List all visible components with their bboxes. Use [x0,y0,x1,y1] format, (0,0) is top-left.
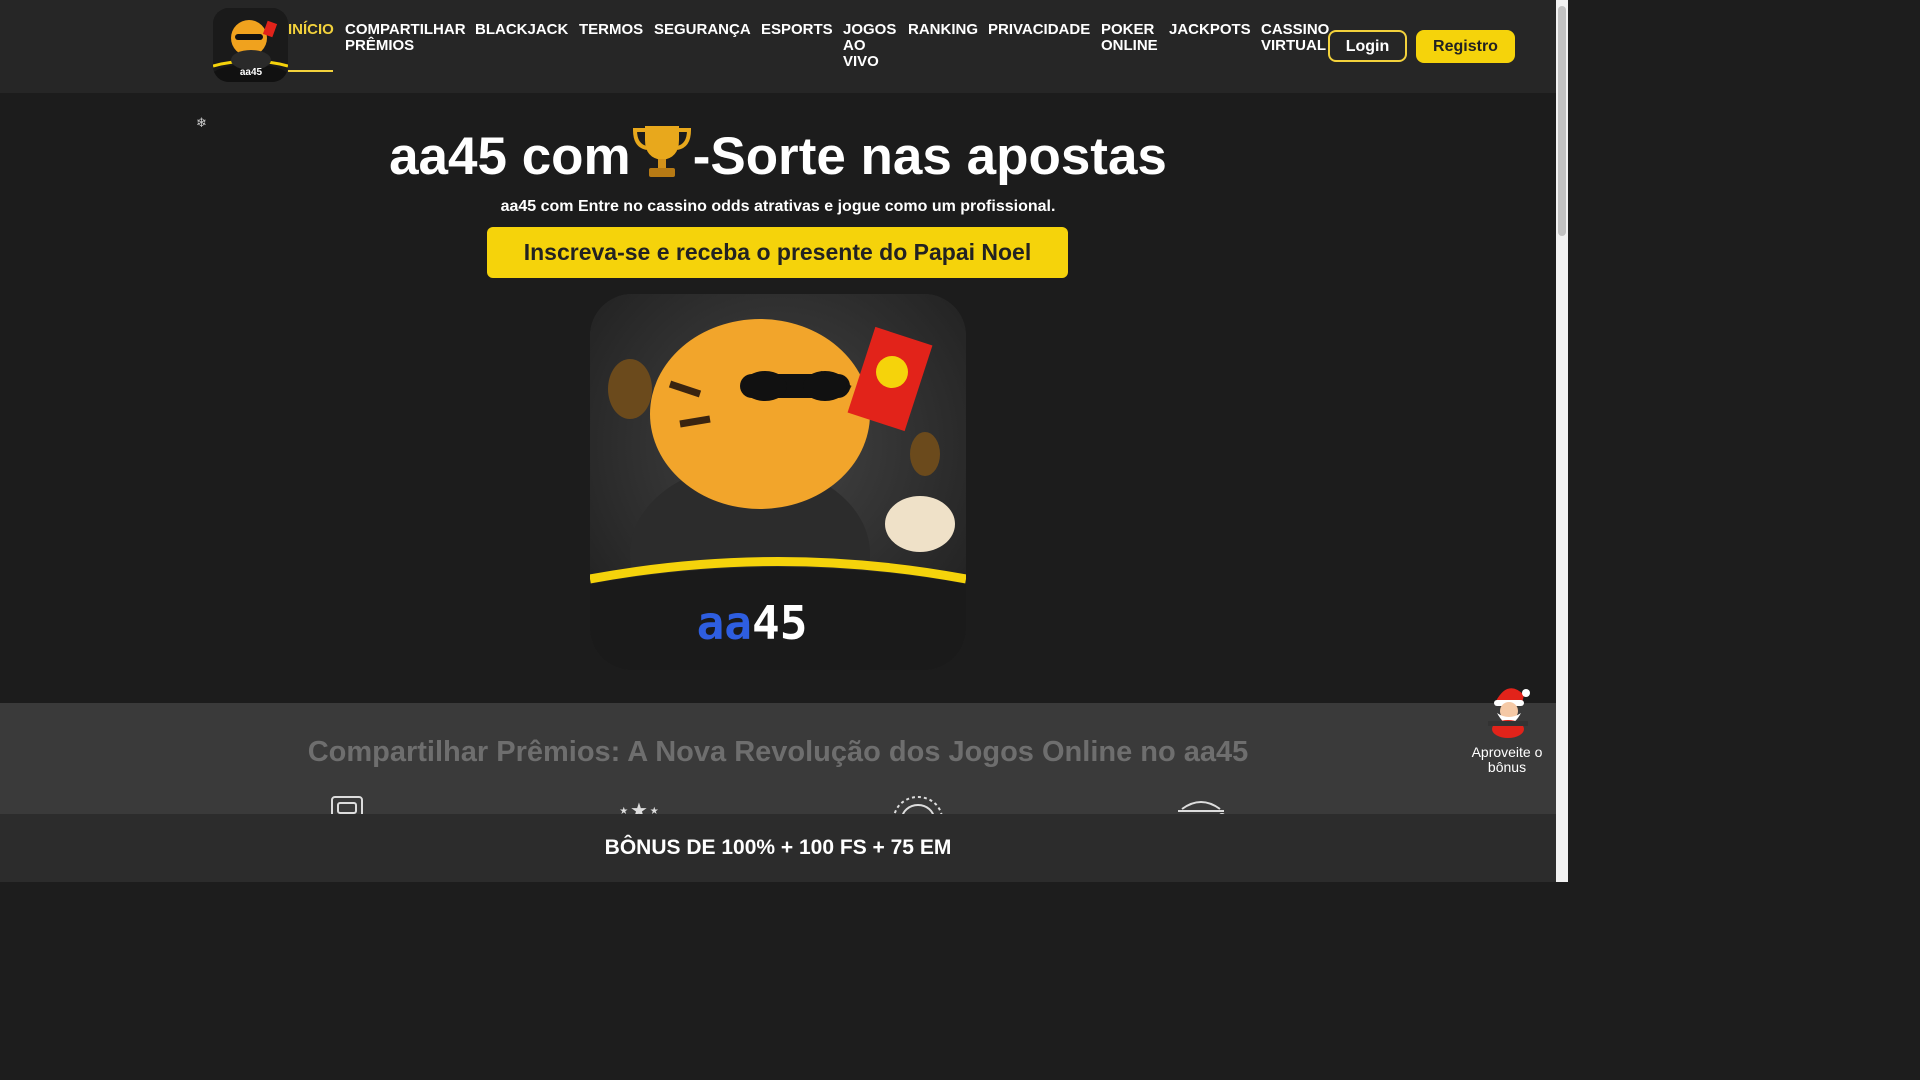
trophy-icon [631,122,693,196]
svg-text:aa: aa [697,596,752,650]
login-button[interactable]: Login [1328,30,1407,62]
nav-privacidade[interactable]: PRIVACIDADE [988,22,1090,38]
register-button[interactable]: Registro [1416,30,1515,63]
share-prizes-title: Compartilhar Prêmios: A Nova Revolução d… [307,736,1249,768]
nav-seguranca[interactable]: SEGURANÇA [654,22,751,38]
nav-termos[interactable]: TERMOS [579,22,643,38]
hero-title: aa45 com -Sorte nas apostas [0,122,1556,196]
svg-text:aa45: aa45 [240,67,263,78]
nav-cassino-virtual[interactable]: CASSINO VIRTUAL [1261,22,1331,54]
santa-bonus-icon[interactable] [1482,683,1534,739]
page-scrollbar[interactable] [1556,0,1568,882]
site-header: aa45 INÍCIO COMPARTILHAR PRÊMIOS BLACKJA… [0,0,1556,93]
nav-active-underline [288,70,333,72]
hero-subtitle: aa45 com Entre no cassino odds atrativas… [500,198,1056,215]
nav-poker-online[interactable]: POKER ONLINE [1101,22,1161,54]
nav-blackjack[interactable]: BLACKJACK [475,22,568,38]
svg-text:45: 45 [752,596,807,650]
hero-title-before: aa45 com [389,127,631,186]
bonus-label[interactable]: Aproveite o bônus [1466,745,1548,775]
nav-esports[interactable]: ESPORTS [761,22,833,38]
nav-jogos-ao-vivo[interactable]: JOGOS AO VIVO [843,22,896,70]
bonus-bottom-text[interactable]: BÔNUS DE 100% + 100 FS + 75 EM [0,836,1556,860]
scrollbar-thumb[interactable] [1558,6,1566,236]
signup-cta-button[interactable]: Inscreva-se e receba o presente do Papai… [487,227,1068,278]
nav-inicio[interactable]: INÍCIO [288,22,334,38]
site-logo[interactable]: aa45 [213,8,288,82]
nav-jackpots[interactable]: JACKPOTS [1169,22,1251,38]
nav-compartilhar-premios[interactable]: COMPARTILHAR PRÊMIOS [345,22,466,54]
hero-mascot-image: aa 45 [590,294,966,670]
nav-ranking[interactable]: RANKING [908,22,978,38]
hero-title-after: -Sorte nas apostas [692,127,1167,186]
